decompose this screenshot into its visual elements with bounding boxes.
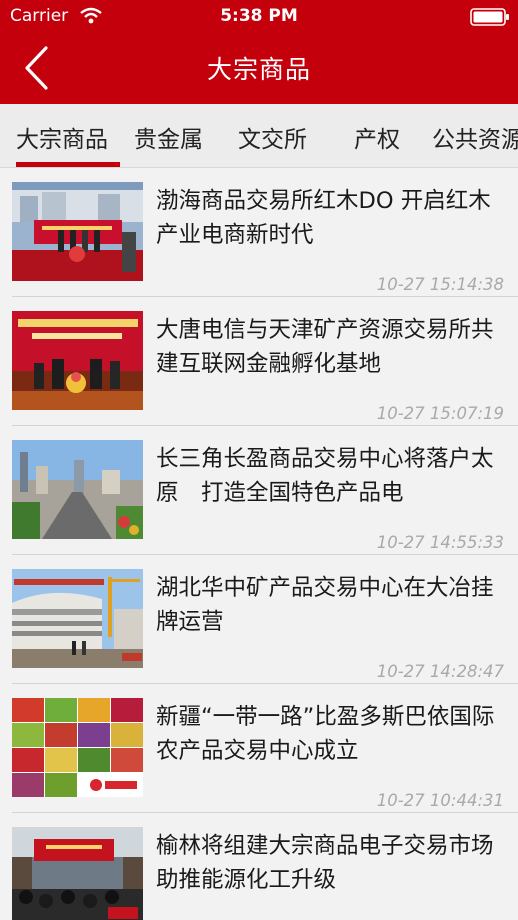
news-timestamp: 10-27 15:07:19 — [376, 404, 504, 423]
news-item[interactable]: 渤海商品交易所红木DO 开启红木产业电商新时代 10-27 15:14:38 — [0, 168, 518, 297]
tab-cultural-exchange[interactable]: 文交所 — [238, 120, 307, 154]
tab-property-rights[interactable]: 产权 — [354, 120, 400, 154]
battery-icon — [470, 8, 509, 26]
news-title: 榆林将组建大宗商品电子交易市场 助推能源化工升级 — [156, 833, 494, 893]
news-thumbnail — [12, 311, 143, 410]
status-time: 5:38 PM — [220, 6, 298, 26]
news-thumbnail — [12, 827, 143, 920]
news-item[interactable]: 大唐电信与天津矿产资源交易所共建互联网金融孵化基地 10-27 15:07:19 — [0, 297, 518, 426]
tab-precious-metals[interactable]: 贵金属 — [134, 120, 203, 154]
news-title: 渤海商品交易所红木DO 开启红木产业电商新时代 — [156, 188, 491, 248]
news-thumbnail — [12, 182, 143, 281]
news-title: 大唐电信与天津矿产资源交易所共建互联网金融孵化基地 — [156, 317, 494, 377]
status-bar: Carrier 5:38 PM — [0, 0, 518, 34]
news-title: 长三角长盈商品交易中心将落户太原 打造全国特色产品电 — [156, 446, 494, 506]
news-timestamp: 10-27 15:14:38 — [376, 275, 504, 294]
news-thumbnail — [12, 440, 143, 539]
tab-bulk-commodities[interactable]: 大宗商品 — [16, 120, 108, 154]
news-timestamp: 10-27 14:28:47 — [376, 662, 504, 681]
page-title: 大宗商品 — [206, 55, 311, 84]
news-list: 渤海商品交易所红木DO 开启红木产业电商新时代 10-27 15:14:38 大… — [0, 168, 518, 920]
news-thumbnail — [12, 698, 143, 797]
news-timestamp: 10-27 14:55:33 — [376, 533, 504, 552]
news-thumbnail — [12, 569, 143, 668]
news-item[interactable]: 长三角长盈商品交易中心将落户太原 打造全国特色产品电 10-27 14:55:3… — [0, 426, 518, 555]
category-tab-bar: 大宗商品 贵金属 文交所 产权 公共资源 — [0, 104, 518, 168]
news-title: 湖北华中矿产品交易中心在大冶挂牌运营 — [156, 575, 494, 635]
news-title: 新疆“一带一路”比盈多斯巴依国际农产品交易中心成立 — [156, 704, 495, 764]
active-tab-indicator — [16, 162, 120, 167]
tab-public-resources[interactable]: 公共资源 — [432, 120, 518, 154]
news-item[interactable]: 榆林将组建大宗商品电子交易市场 助推能源化工升级 — [0, 813, 518, 920]
navigation-header: Carrier 5:38 PM 大宗商品 — [0, 0, 518, 104]
news-timestamp: 10-27 10:44:31 — [376, 791, 504, 810]
news-item[interactable]: 湖北华中矿产品交易中心在大冶挂牌运营 10-27 14:28:47 — [0, 555, 518, 684]
news-item[interactable]: 新疆“一带一路”比盈多斯巴依国际农产品交易中心成立 10-27 10:44:31 — [0, 684, 518, 813]
